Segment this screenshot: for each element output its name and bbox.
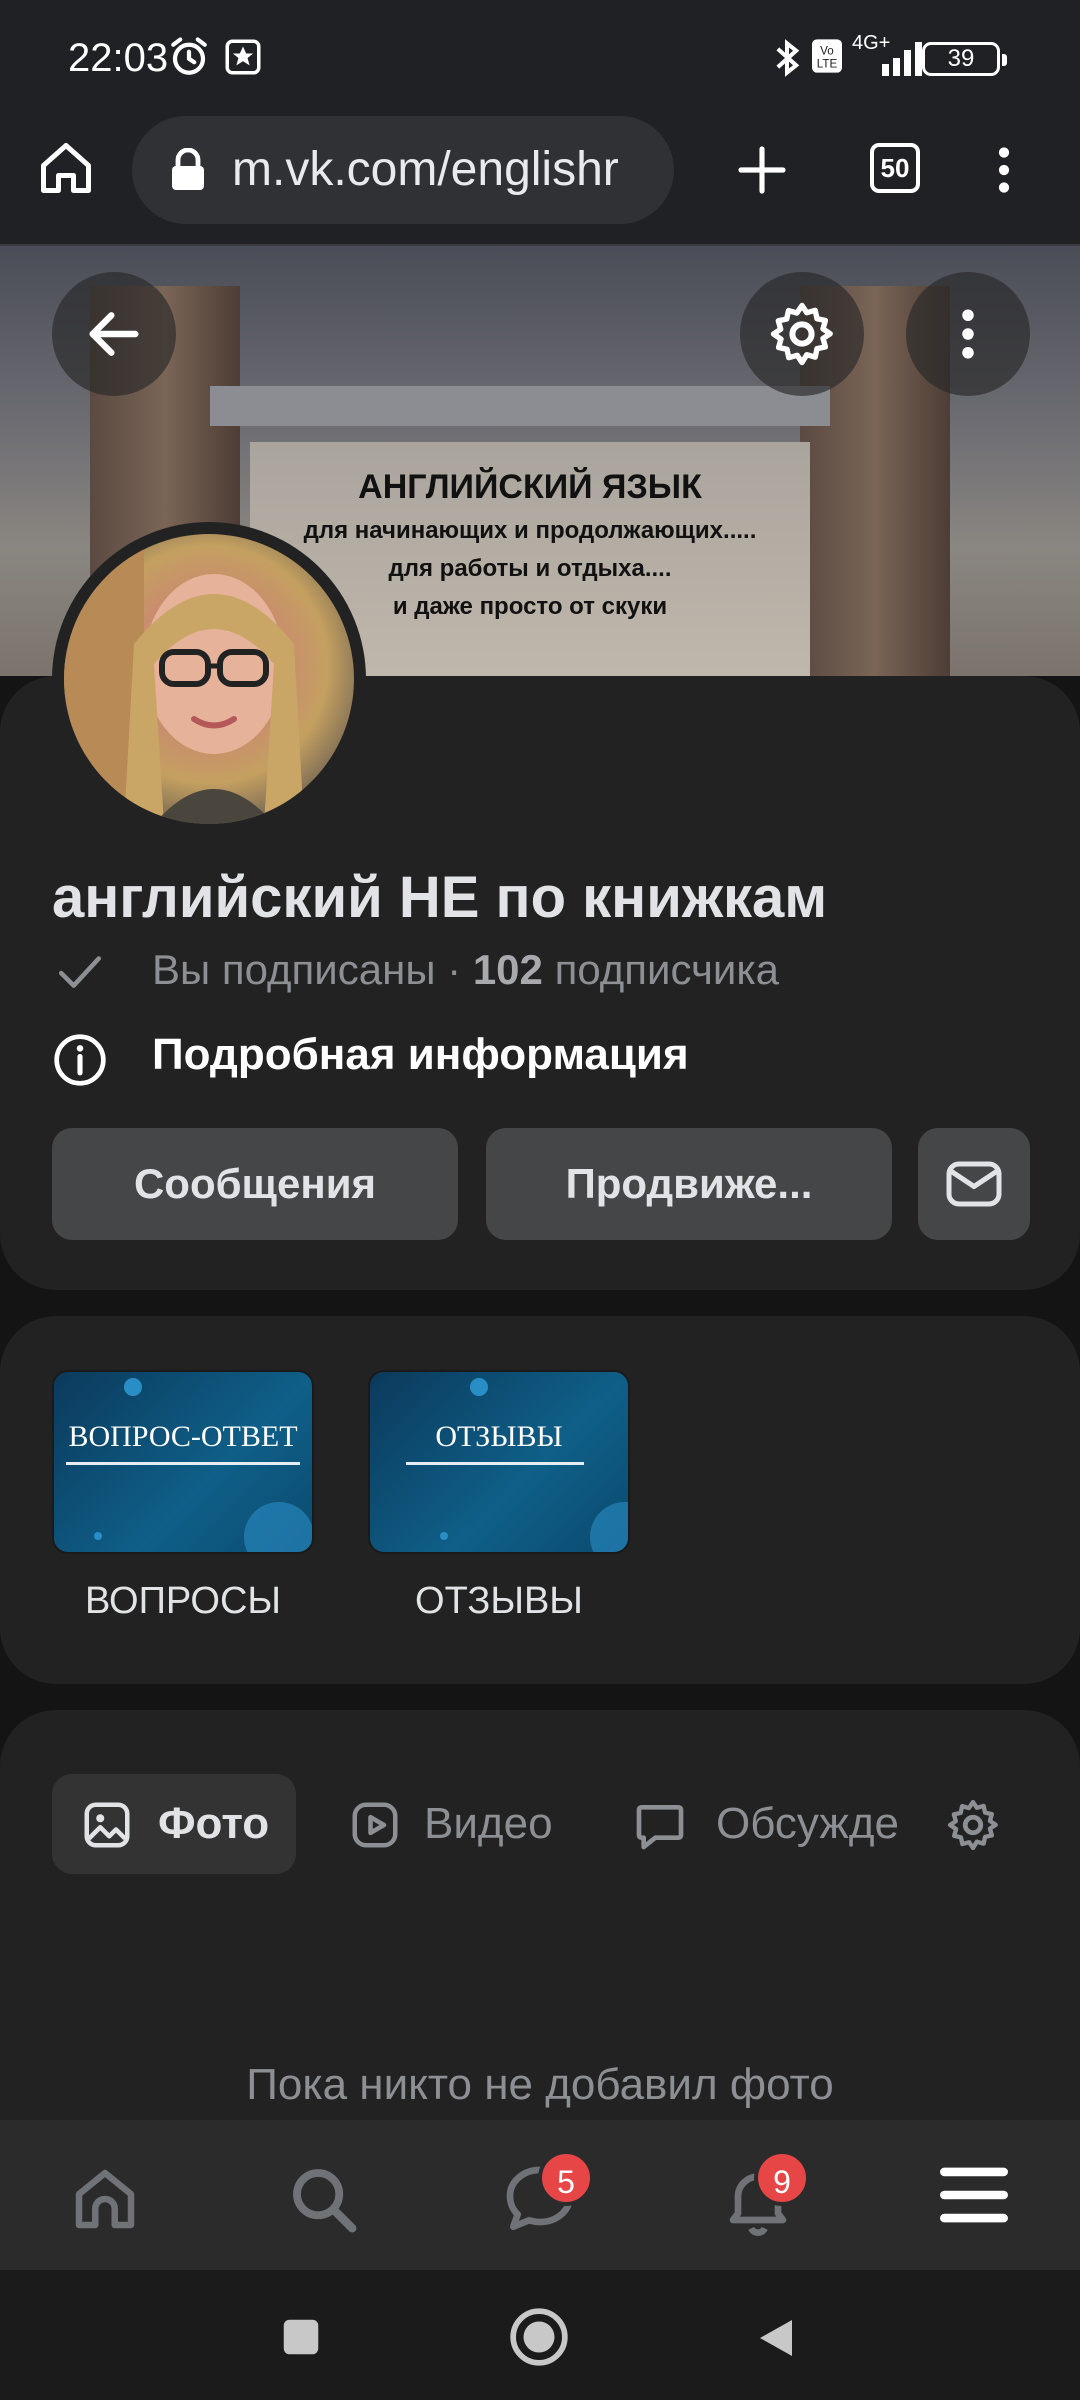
empty-photos-message: Пока никто не добавил фото (246, 2060, 834, 2109)
battery-indicator: 39 (922, 42, 1007, 76)
tab-switcher-button[interactable]: 50 (870, 143, 920, 193)
search-icon[interactable] (284, 2160, 362, 2238)
menu-icon[interactable] (934, 2162, 1014, 2228)
album-cover[interactable]: ВОПРОС-ОТВЕТ (52, 1370, 314, 1554)
new-tab-icon[interactable] (734, 142, 790, 198)
cover-line: для работы и отдыха.... (388, 555, 672, 582)
more-vert-icon[interactable] (976, 140, 1032, 200)
album-cover-underline (66, 1462, 300, 1465)
home-icon[interactable] (66, 2160, 144, 2238)
cover-text: АНГЛИЙСКИЙ ЯЗЫК для начинающих и продолж… (270, 468, 790, 621)
tab-video-label: Видео (424, 1799, 553, 1848)
tab-photo[interactable]: Фото (52, 1774, 296, 1874)
settings-button[interactable] (740, 272, 864, 396)
album-label[interactable]: ВОПРОСЫ (52, 1580, 314, 1623)
gear-icon (770, 302, 833, 366)
back-button[interactable] (52, 272, 176, 396)
photo-icon (84, 1802, 130, 1848)
messages-badge: 5 (538, 2150, 594, 2206)
decor-dot (244, 1502, 312, 1552)
svg-text:Vo: Vo (820, 44, 834, 57)
tab-discussions-label: Обсужде (716, 1799, 900, 1848)
check-icon (58, 956, 102, 988)
tabs-settings-icon[interactable] (944, 1796, 1002, 1854)
album-cover-underline (406, 1462, 584, 1465)
more-vert-icon (962, 309, 974, 359)
url-text: m.vk.com/englishr (232, 143, 619, 196)
browser-toolbar: m.vk.com/englishr 50 (0, 116, 1080, 246)
decor-dot (94, 1532, 102, 1540)
decor-dot (440, 1532, 448, 1540)
write-message-button[interactable] (918, 1128, 1030, 1240)
group-title: английский НЕ по книжкам (52, 865, 828, 930)
video-icon (352, 1802, 398, 1848)
detailed-info-link[interactable]: Подробная информация (52, 1030, 689, 1086)
album-cover-text: ОТЗЫВЫ (435, 1420, 563, 1453)
album-label[interactable]: ОТЗЫВЫ (368, 1580, 630, 1623)
messages-button[interactable]: Сообщения (52, 1128, 458, 1240)
avatar-illustration (64, 534, 304, 824)
recents-icon[interactable] (278, 2314, 324, 2360)
tab-video[interactable]: Видео (336, 1774, 586, 1874)
subscribers-label: подписчика (554, 946, 779, 993)
home-icon[interactable] (36, 138, 96, 198)
address-bar[interactable]: m.vk.com/englishr (132, 116, 674, 224)
discussion-icon (636, 1805, 684, 1850)
detailed-info-label: Подробная информация (152, 1030, 689, 1079)
cover-title: АНГЛИЙСКИЙ ЯЗЫК (358, 468, 702, 506)
subscribers-count: 102 (472, 946, 543, 993)
cover-bridge (210, 386, 830, 426)
volte-icon: Vo LTE (812, 39, 842, 73)
bluetooth-icon (776, 39, 800, 77)
svg-text:LTE: LTE (817, 58, 838, 71)
more-options-button[interactable] (906, 272, 1030, 396)
app-notification-icon (225, 39, 261, 75)
decor-dot (124, 1378, 142, 1396)
status-bar: 22:03 Vo LTE 4G+ 39 (0, 0, 1080, 116)
notifications-badge: 9 (754, 2150, 810, 2206)
avatar-photo (64, 534, 354, 824)
back-triangle-icon[interactable] (752, 2312, 800, 2364)
home-button-icon[interactable] (508, 2306, 570, 2368)
battery-level: 39 (947, 45, 975, 72)
subscribed-text: Вы подписаны · (152, 946, 462, 993)
info-icon (54, 1034, 106, 1086)
promote-button[interactable]: Продвиже... (486, 1128, 892, 1240)
system-navigation-bar (0, 2270, 1080, 2400)
album-cover-text: ВОПРОС-ОТВЕТ (68, 1420, 298, 1453)
mail-icon (946, 1161, 1002, 1207)
tab-discussions[interactable]: Обсужде (618, 1774, 918, 1874)
arrow-left-icon (89, 312, 139, 356)
status-time: 22:03 (68, 36, 169, 80)
alarm-icon (171, 37, 207, 75)
album-cover[interactable]: ОТЗЫВЫ (368, 1370, 630, 1554)
tab-count: 50 (880, 153, 910, 183)
tab-photo-label: Фото (158, 1799, 270, 1848)
cover-line: для начинающих и продолжающих..... (303, 517, 757, 544)
decor-dot (470, 1378, 488, 1396)
lock-icon (172, 148, 204, 190)
subscription-status[interactable]: Вы подписаны · 102 подписчика (52, 946, 779, 994)
bottom-navigation: 5 9 (0, 2120, 1080, 2270)
avatar[interactable] (52, 522, 366, 836)
decor-dot (590, 1502, 628, 1552)
